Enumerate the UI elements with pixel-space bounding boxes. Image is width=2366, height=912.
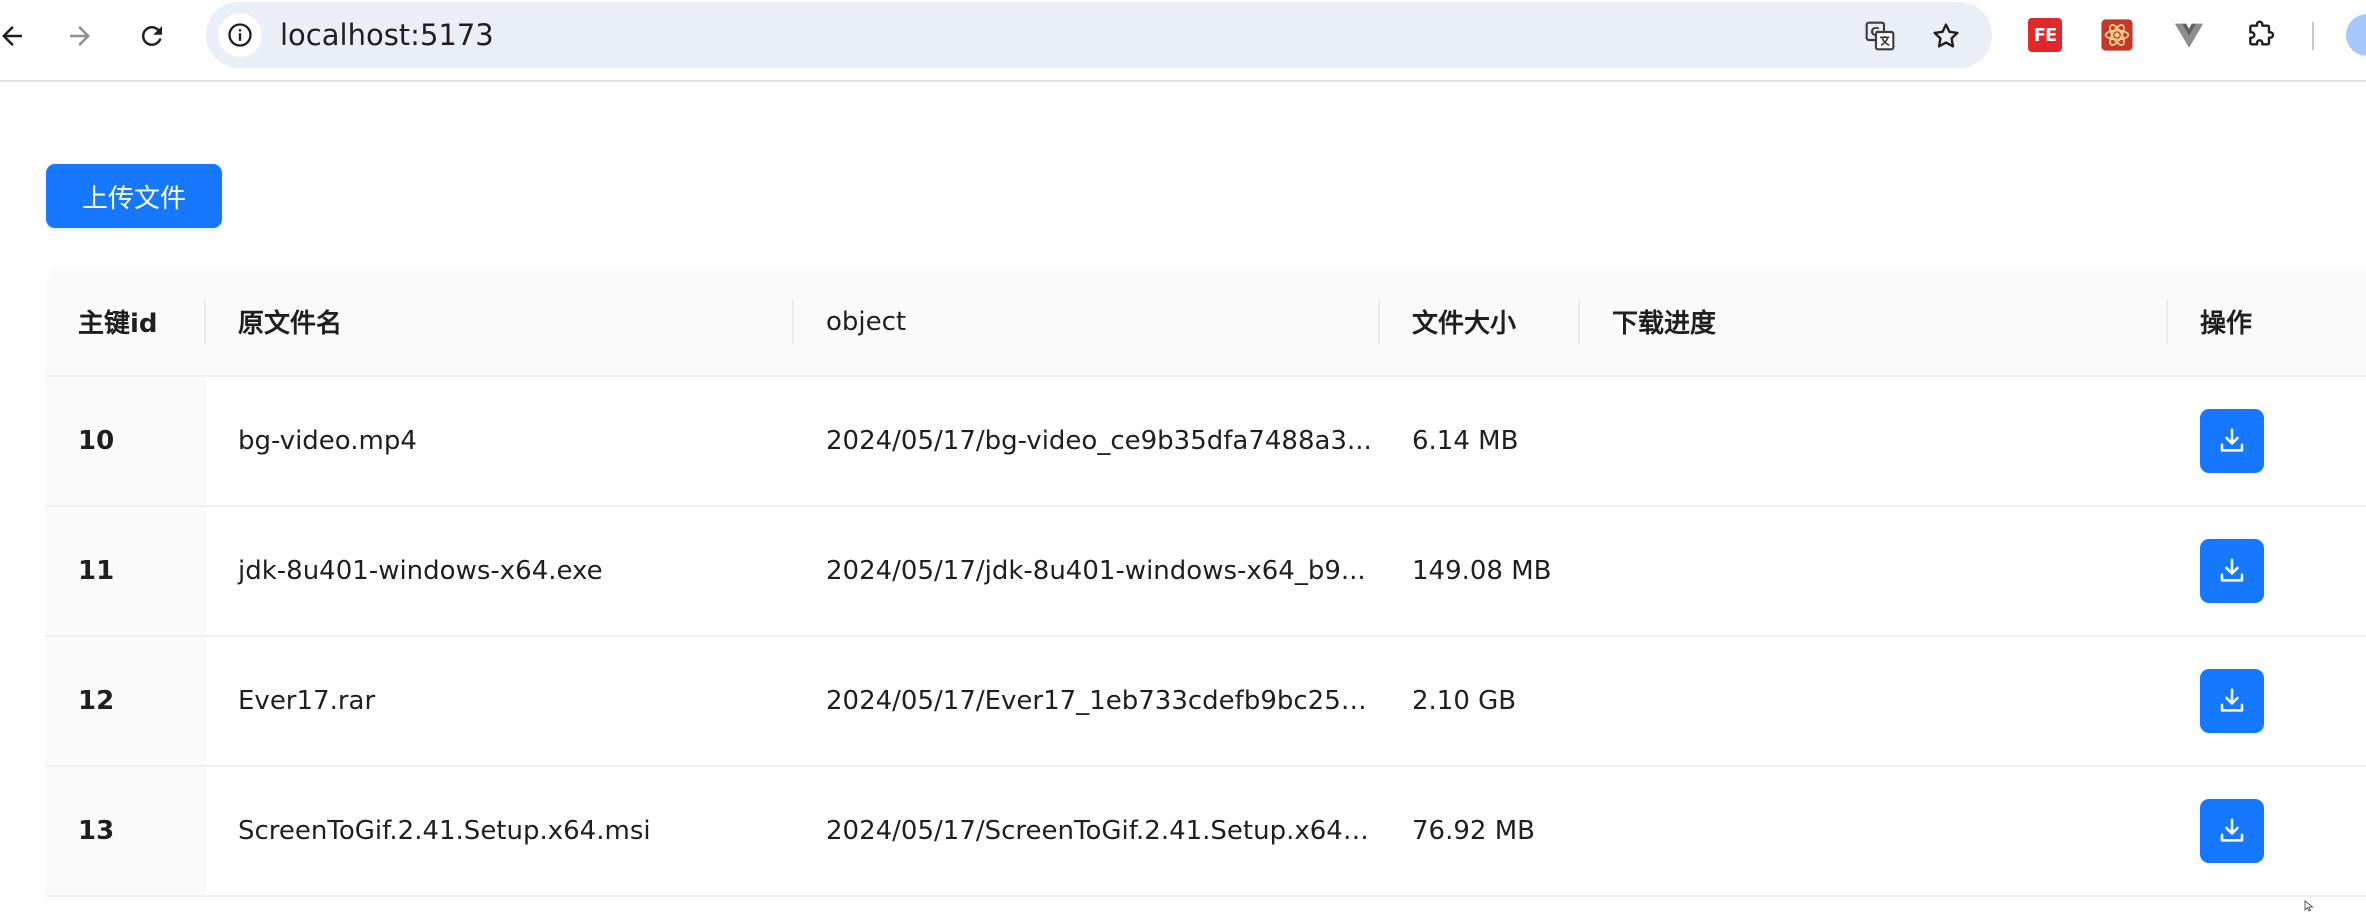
toolbar-divider <box>2312 22 2314 50</box>
browser-toolbar: localhost:5173 G FE <box>0 0 2366 82</box>
cell-progress <box>1580 766 2168 897</box>
cell-size: 149.08 MB <box>1380 506 1580 637</box>
column-header-label: 原文件名 <box>238 309 343 339</box>
table-row: 10 bg-video.mp4 2024/05/17/bg-video_ce9b… <box>46 376 2366 507</box>
download-button[interactable] <box>2200 799 2264 863</box>
column-header-label: 文件大小 <box>1412 309 1517 339</box>
cell-id: 11 <box>46 506 206 637</box>
cell-progress <box>1580 506 2168 637</box>
download-button[interactable] <box>2200 409 2264 473</box>
column-header-label: object <box>826 306 907 337</box>
vue-devtools-extension-icon[interactable] <box>2168 14 2210 56</box>
cell-object: 2024/05/17/Ever17_1eb733cdefb9bc25e... <box>794 636 1380 767</box>
column-header-progress: 下载进度 <box>1580 268 2168 377</box>
column-header-actions: 操作 <box>2168 268 2366 377</box>
translate-icon[interactable]: G <box>1858 14 1902 58</box>
url-text[interactable]: localhost:5173 <box>280 18 494 52</box>
fe-helper-extension-icon[interactable]: FE <box>2024 14 2066 56</box>
upload-file-button[interactable]: 上传文件 <box>46 164 222 228</box>
profile-avatar-icon[interactable] <box>2346 14 2366 56</box>
download-button[interactable] <box>2200 669 2264 733</box>
download-icon <box>2220 818 2244 842</box>
cell-actions <box>2168 376 2366 507</box>
cell-filename: bg-video.mp4 <box>206 376 794 507</box>
cell-size: 76.92 MB <box>1380 766 1580 897</box>
table-row: 12 Ever17.rar 2024/05/17/Ever17_1eb733cd… <box>46 636 2366 767</box>
column-header-filename: 原文件名 <box>206 268 794 377</box>
download-icon <box>2220 688 2244 712</box>
column-header-label: 操作 <box>2200 309 2253 339</box>
column-header-label: 主键id <box>78 309 158 339</box>
column-header-label: 下载进度 <box>1612 309 1717 339</box>
reload-icon[interactable] <box>130 14 174 58</box>
cell-actions <box>2168 636 2366 767</box>
column-header-object: object <box>794 268 1380 377</box>
cell-filename: ScreenToGif.2.41.Setup.x64.msi <box>206 766 794 897</box>
extensions-puzzle-icon[interactable] <box>2240 14 2282 56</box>
cell-object: 2024/05/17/bg-video_ce9b35dfa7488a3... <box>794 376 1380 507</box>
mouse-cursor-icon <box>2304 900 2314 912</box>
back-icon[interactable] <box>0 14 34 58</box>
cell-filename: jdk-8u401-windows-x64.exe <box>206 506 794 637</box>
cell-filename: Ever17.rar <box>206 636 794 767</box>
cell-progress <box>1580 636 2168 767</box>
address-bar[interactable]: localhost:5173 G <box>206 2 1992 68</box>
download-icon <box>2220 558 2244 582</box>
table-header-row: 主键id 原文件名 object 文件大小 下载进度 操作 <box>46 268 2366 377</box>
download-icon <box>2220 428 2244 452</box>
cell-actions <box>2168 506 2366 637</box>
cell-object: 2024/05/17/jdk-8u401-windows-x64_b9... <box>794 506 1380 637</box>
file-table: 主键id 原文件名 object 文件大小 下载进度 操作 10 bg-vide… <box>46 268 2366 898</box>
cell-size: 6.14 MB <box>1380 376 1580 507</box>
site-info-icon[interactable] <box>218 13 262 57</box>
cell-actions <box>2168 766 2366 897</box>
column-header-id: 主键id <box>46 268 206 377</box>
bookmark-star-icon[interactable] <box>1924 14 1968 58</box>
cell-id: 10 <box>46 376 206 507</box>
react-devtools-extension-icon[interactable] <box>2096 14 2138 56</box>
table-row: 13 ScreenToGif.2.41.Setup.x64.msi 2024/0… <box>46 766 2366 897</box>
table-row: 11 jdk-8u401-windows-x64.exe 2024/05/17/… <box>46 506 2366 637</box>
column-header-size: 文件大小 <box>1380 268 1580 377</box>
cell-size: 2.10 GB <box>1380 636 1580 767</box>
forward-icon[interactable] <box>58 14 102 58</box>
cell-object: 2024/05/17/ScreenToGif.2.41.Setup.x64_..… <box>794 766 1380 897</box>
cell-id: 12 <box>46 636 206 767</box>
download-button[interactable] <box>2200 539 2264 603</box>
cell-id: 13 <box>46 766 206 897</box>
cell-progress <box>1580 376 2168 507</box>
